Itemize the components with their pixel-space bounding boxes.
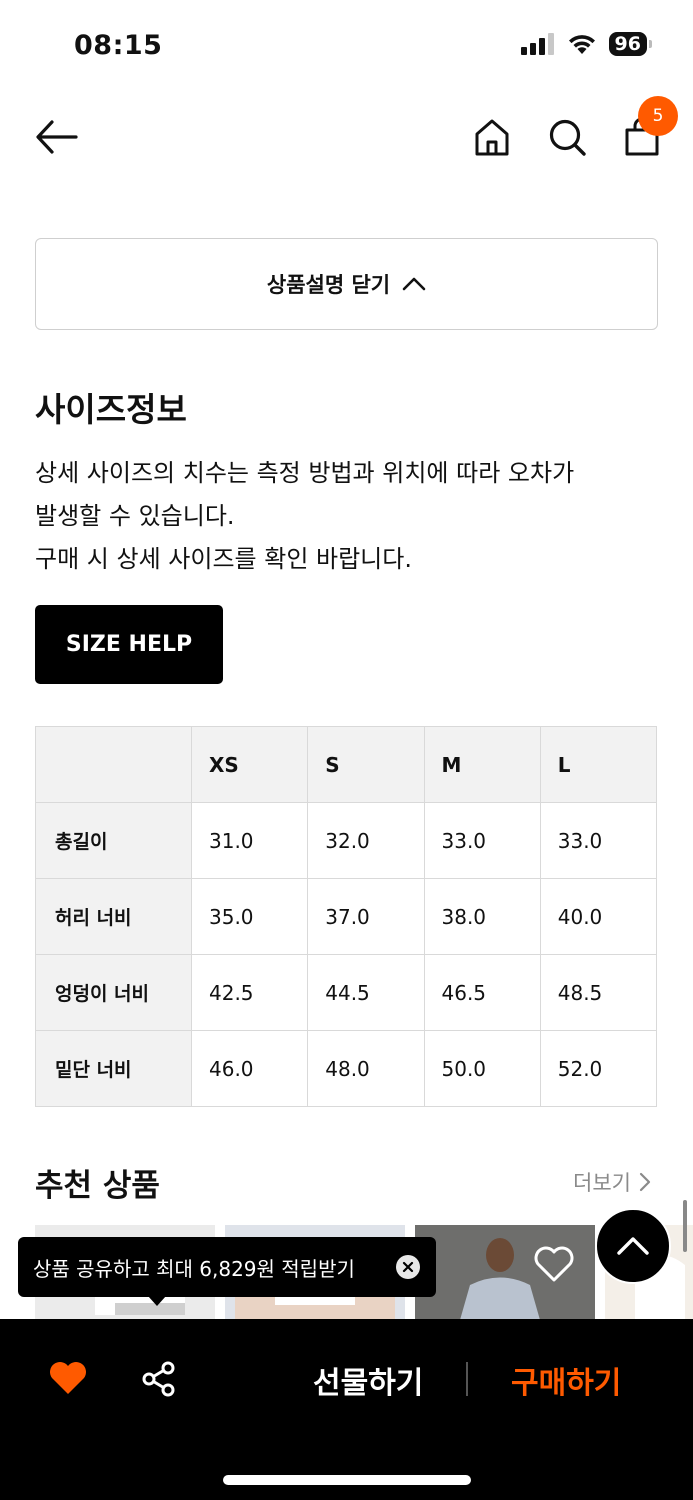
table-row: 밑단 너비 46.0 48.0 50.0 52.0 <box>35 1030 658 1107</box>
row-header: 총길이 <box>35 802 192 879</box>
back-arrow-icon[interactable] <box>34 118 78 156</box>
table-cell: 31.0 <box>190 802 309 879</box>
table-row: 엉덩이 너비 42.5 44.5 46.5 48.5 <box>35 954 658 1031</box>
status-time: 08:15 <box>74 30 163 61</box>
share-reward-tooltip: 상품 공유하고 최대 6,829원 적립받기 <box>18 1237 436 1297</box>
table-corner-cell <box>35 726 192 803</box>
size-help-button[interactable]: SIZE HELP <box>35 605 223 684</box>
home-icon[interactable] <box>473 117 511 157</box>
table-cell: 48.5 <box>539 954 658 1031</box>
column-header: L <box>539 726 658 803</box>
gift-button[interactable]: 선물하기 <box>313 1358 423 1402</box>
table-cell: 48.0 <box>307 1030 425 1107</box>
table-cell: 38.0 <box>423 878 541 955</box>
collapse-description-button[interactable]: 상품설명 닫기 <box>35 238 658 330</box>
table-cell: 50.0 <box>423 1030 541 1107</box>
wifi-icon <box>568 35 595 54</box>
column-header: XS <box>190 726 309 803</box>
cart-count-badge: 5 <box>638 96 678 136</box>
size-desc-line: 상세 사이즈의 치수는 측정 방법과 위치에 따라 오차가 <box>35 459 575 487</box>
chevron-up-icon <box>402 277 426 291</box>
battery-indicator: 96 <box>608 32 653 56</box>
scroll-to-top-button[interactable] <box>595 1208 671 1284</box>
table-row: 허리 너비 35.0 37.0 38.0 40.0 <box>35 878 658 955</box>
heart-icon[interactable] <box>48 1360 88 1396</box>
table-cell: 35.0 <box>190 878 309 955</box>
see-more-link[interactable]: 더보기 <box>573 1167 651 1197</box>
table-cell: 32.0 <box>307 802 425 879</box>
see-more-label: 더보기 <box>573 1171 631 1195</box>
scrollbar[interactable] <box>683 1200 687 1252</box>
bottom-action-bar <box>0 1319 693 1500</box>
size-desc-line: 구매 시 상세 사이즈를 확인 바랍니다. <box>35 545 412 573</box>
tooltip-arrow <box>148 1296 166 1306</box>
table-cell: 33.0 <box>539 802 658 879</box>
table-cell: 46.0 <box>190 1030 309 1107</box>
wishlist-heart-icon[interactable] <box>533 1245 575 1283</box>
table-row: 총길이 31.0 32.0 33.0 33.0 <box>35 802 658 879</box>
status-icons: 96 <box>520 32 653 56</box>
row-header: 허리 너비 <box>35 878 192 955</box>
tooltip-text: 상품 공유하고 최대 6,829원 적립받기 <box>33 1256 355 1281</box>
table-cell: 33.0 <box>423 802 541 879</box>
chevron-right-icon <box>639 1172 651 1192</box>
collapse-description-label: 상품설명 닫기 <box>266 273 391 297</box>
buy-button[interactable]: 구매하기 <box>511 1358 621 1402</box>
table-cell: 46.5 <box>423 954 541 1031</box>
table-cell: 37.0 <box>307 878 425 955</box>
chevron-up-icon <box>617 1237 649 1255</box>
bottom-bar-divider <box>466 1362 468 1396</box>
table-cell: 44.5 <box>307 954 425 1031</box>
recommended-title: 추천 상품 <box>35 1168 160 1204</box>
row-header: 밑단 너비 <box>35 1030 192 1107</box>
row-header: 엉덩이 너비 <box>35 954 192 1031</box>
size-info-description: 상세 사이즈의 치수는 측정 방법과 위치에 따라 오차가 발생할 수 있습니다… <box>35 452 655 581</box>
size-info-title: 사이즈정보 <box>35 390 187 429</box>
column-header: M <box>423 726 541 803</box>
home-indicator <box>223 1475 471 1485</box>
size-desc-line: 발생할 수 있습니다. <box>35 502 235 530</box>
close-icon[interactable] <box>396 1255 420 1279</box>
share-icon[interactable] <box>140 1360 178 1398</box>
table-cell: 40.0 <box>539 878 658 955</box>
table-cell: 42.5 <box>190 954 309 1031</box>
table-cell: 52.0 <box>539 1030 658 1107</box>
signal-icon <box>520 33 554 55</box>
table-header-row: XS S M L <box>35 726 658 803</box>
column-header: S <box>307 726 425 803</box>
search-icon[interactable] <box>547 117 587 157</box>
size-table: XS S M L 총길이 31.0 32.0 33.0 33.0 허리 너비 3… <box>35 726 658 1107</box>
